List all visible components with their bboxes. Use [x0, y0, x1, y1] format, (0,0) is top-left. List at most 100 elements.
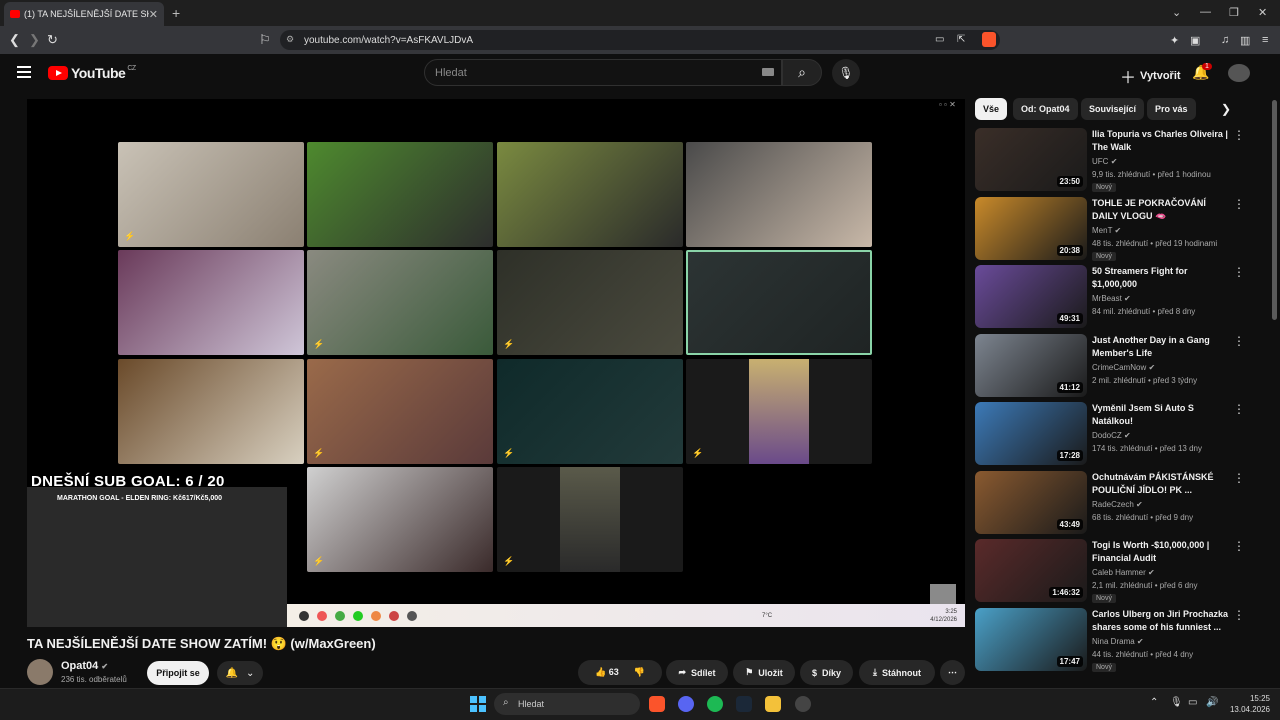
search-button[interactable]: ⌕ [782, 59, 822, 86]
more-options-icon[interactable]: ⋮ [1233, 471, 1245, 485]
more-options-icon[interactable]: ⋮ [1233, 608, 1245, 622]
recommendation-title[interactable]: Carlos Ulberg on Jiri Prochazka shares s… [1092, 608, 1230, 634]
recommendation-channel-name[interactable]: CrimeCamNow [1092, 363, 1146, 372]
wallet-icon[interactable]: ▣ [1190, 34, 1200, 47]
video-thumbnail[interactable]: 17:28 [975, 402, 1087, 465]
recommendation-channel[interactable]: Nina Drama ✔ [1092, 637, 1144, 646]
more-options-icon[interactable]: ⋮ [1233, 197, 1245, 211]
hamburger-menu-icon[interactable] [17, 66, 31, 78]
download-button[interactable]: ⤓ Stáhnout [859, 660, 935, 685]
subscription-bell-button[interactable]: 🔔 ⌄ [217, 661, 263, 685]
brave-shield-icon[interactable] [982, 32, 996, 47]
recommendation-channel-name[interactable]: Nina Drama [1092, 637, 1135, 646]
taskbar-clock[interactable]: 15:25 13.04.2026 [1222, 693, 1270, 715]
tray-volume-icon[interactable]: 🔊 [1206, 697, 1218, 708]
chip-for-you[interactable]: Pro vás [1147, 98, 1196, 120]
url-field[interactable]: youtube.com/watch?v=AsFKAVLJDvA [280, 30, 1000, 50]
video-thumbnail[interactable]: 1:46:32 [975, 539, 1087, 602]
back-icon[interactable]: ❮ [9, 32, 20, 48]
share-page-icon[interactable]: ⇱ [957, 34, 965, 45]
taskbar-search[interactable]: Hledat [494, 693, 640, 715]
chip-related[interactable]: Související [1081, 98, 1145, 120]
recommendation-channel[interactable]: DodoCZ ✔ [1092, 431, 1131, 440]
tab-search-icon[interactable]: ⌄ [1172, 6, 1181, 19]
more-options-icon[interactable]: ⋮ [1233, 265, 1245, 279]
video-thumbnail[interactable]: 49:31 [975, 265, 1087, 328]
recommendation-channel[interactable]: Caleb Hammer ✔ [1092, 568, 1155, 577]
recommendation-title[interactable]: Vyměnil Jsem Si Auto S Natálkou! [1092, 402, 1230, 428]
thanks-button[interactable]: $ Díky [800, 660, 853, 685]
more-options-icon[interactable]: ⋮ [1233, 128, 1245, 142]
channel-name[interactable]: Opat04 ✔ [61, 660, 108, 672]
recommendation-channel[interactable]: MenT ✔ [1092, 226, 1121, 235]
channel-name-text[interactable]: Opat04 [61, 660, 98, 672]
recommendation-title[interactable]: Ilia Topuria vs Charles Oliveira | The W… [1092, 128, 1230, 154]
share-button[interactable]: ➦ Sdílet [666, 660, 728, 685]
recommendation-channel[interactable]: MrBeast ✔ [1092, 294, 1131, 303]
recommendation-title[interactable]: Ochutnávám PÁKISTÁNSKÉ POULIČNÍ JÍDLO! P… [1092, 471, 1230, 497]
account-avatar[interactable] [1228, 64, 1250, 82]
recommendation-item[interactable]: 49:31 50 Streamers Fight for $1,000,000 Mr… [975, 265, 1265, 329]
steam-icon[interactable] [736, 696, 752, 712]
tray-network-icon[interactable]: ▭ [1188, 697, 1197, 708]
tray-mic-icon[interactable]: 🎙 [1170, 697, 1183, 708]
browser-tab[interactable]: (1) TA NEJŠÍLENĚJŠÍ DATE SHO ✕ [4, 2, 164, 26]
recommendation-title[interactable]: 50 Streamers Fight for $1,000,000 [1092, 265, 1230, 291]
create-button[interactable]: ＋ Vytvořit [1120, 64, 1181, 88]
video-thumbnail[interactable]: 23:50 [975, 128, 1087, 191]
brave-icon[interactable] [649, 696, 665, 712]
chip-all[interactable]: Vše [975, 98, 1008, 120]
video-thumbnail[interactable]: 17:47 [975, 608, 1087, 671]
keyboard-icon[interactable] [762, 68, 774, 76]
windows-start-icon[interactable] [470, 696, 486, 712]
more-options-icon[interactable]: ⋮ [1233, 402, 1245, 416]
recommendation-item[interactable]: 41:12 Just Another Day in a Gang Member's… [975, 334, 1265, 398]
channel-avatar[interactable] [27, 659, 53, 685]
minimize-icon[interactable]: — [1200, 6, 1211, 18]
player-window-controls[interactable]: ▫ ▫ ✕ [939, 100, 956, 109]
recommendation-channel-name[interactable]: Caleb Hammer [1092, 568, 1146, 577]
site-info-icon[interactable]: ⚙ [286, 34, 294, 45]
cast-icon[interactable]: ▭ [935, 34, 944, 45]
like-button[interactable]: 👍 63 [595, 667, 619, 678]
menu-icon[interactable]: ≡ [1262, 34, 1268, 46]
media-icon[interactable]: ♫ [1221, 34, 1229, 46]
file-explorer-icon[interactable] [765, 696, 781, 712]
recommendation-item[interactable]: 20:38 TOHLE JE POKRAČOVÁNÍ DAILY VLOGU 🫦 M… [975, 197, 1265, 261]
video-thumbnail[interactable]: 43:49 [975, 471, 1087, 534]
close-tab-icon[interactable]: ✕ [149, 8, 158, 21]
more-actions-button[interactable]: ⋯ [940, 660, 965, 685]
recommendation-channel[interactable]: CrimeCamNow ✔ [1092, 363, 1155, 372]
recommendation-channel-name[interactable]: RadeCzech [1092, 500, 1134, 509]
recommendation-channel-name[interactable]: DodoCZ [1092, 431, 1122, 440]
new-tab-button[interactable]: + [172, 5, 180, 21]
more-options-icon[interactable]: ⋮ [1233, 334, 1245, 348]
recommendation-item[interactable]: 17:28 Vyměnil Jsem Si Auto S Natálkou! Dod… [975, 402, 1265, 466]
close-window-icon[interactable]: ✕ [1258, 6, 1267, 19]
save-button[interactable]: ⚑ Uložit [733, 660, 795, 685]
recommendation-item[interactable]: 23:50 Ilia Topuria vs Charles Oliveira | … [975, 128, 1265, 192]
reload-icon[interactable]: ↻ [47, 32, 58, 48]
youtube-logo[interactable]: YouTube CZ [48, 65, 136, 81]
more-options-icon[interactable]: ⋮ [1233, 539, 1245, 553]
chevron-right-icon[interactable]: ❯ [1221, 102, 1231, 116]
search-input[interactable]: Hledat [424, 59, 782, 86]
app-icon[interactable] [795, 696, 811, 712]
tray-chevron-icon[interactable]: ⌃ [1150, 697, 1158, 708]
join-button[interactable]: Připojit se [147, 661, 209, 685]
discord-icon[interactable] [678, 696, 694, 712]
recommendation-channel[interactable]: RadeCzech ✔ [1092, 500, 1143, 509]
recommendation-channel-name[interactable]: UFC [1092, 157, 1108, 166]
chip-from-channel[interactable]: Od: Opat04 [1013, 98, 1078, 120]
spotify-icon[interactable] [707, 696, 723, 712]
recommendation-channel-name[interactable]: MrBeast [1092, 294, 1122, 303]
recommendation-channel-name[interactable]: MenT [1092, 226, 1112, 235]
maximize-icon[interactable]: ❐ [1229, 6, 1239, 19]
dislike-button[interactable]: 👎 [634, 667, 645, 678]
video-thumbnail[interactable]: 20:38 [975, 197, 1087, 260]
recommendation-item[interactable]: 1:46:32 Togi Is Worth -$10,000,000 | Fina… [975, 539, 1265, 603]
extensions-icon[interactable]: ✦ [1170, 34, 1179, 47]
recommendation-title[interactable]: Togi Is Worth -$10,000,000 | Financial A… [1092, 539, 1230, 565]
voice-search-button[interactable]: 🎙 [832, 59, 860, 87]
forward-icon[interactable]: ❯ [29, 32, 40, 48]
